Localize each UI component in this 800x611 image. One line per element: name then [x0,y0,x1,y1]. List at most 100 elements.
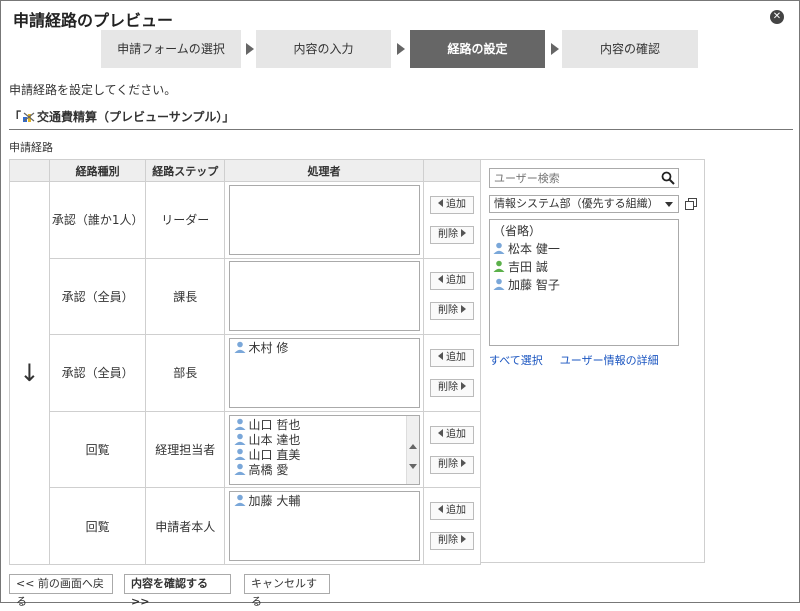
form-name: 「 交通費精算（プレビューサンプル）」 [9,108,234,125]
processor-user[interactable]: 山口 直美 [234,448,403,463]
route-row: ↓ 承認（誰か1人） リーダー 追加 削除 [9,181,481,565]
remove-button[interactable]: 削除 [430,225,475,244]
route-step: リーダー [145,181,226,259]
processor-user[interactable]: 山本 達也 [234,433,403,448]
user-icon [234,341,246,353]
list-item-label: 松本 健一 [508,242,560,256]
route-step: 経理担当者 [145,410,226,489]
header-route-type: 経路種別 [48,159,147,182]
flow-arrow-icon: ↓ [9,181,50,565]
organization-select[interactable]: 情報システム部（優先する組織） [489,195,679,213]
add-button[interactable]: 追加 [430,502,475,521]
triangle-right-icon [461,381,467,390]
processor-user[interactable]: 加藤 大輔 [234,494,415,509]
user-icon [234,448,246,460]
step-route-setting: 経路の設定 [410,30,545,68]
triangle-left-icon [438,351,444,360]
scroll-down-icon[interactable] [408,463,417,469]
processor-list[interactable]: 山口 哲也 山本 達也 山口 直美 高橋 愛 [228,414,420,485]
close-icon[interactable]: ✕ [770,10,784,24]
confirm-button[interactable]: 内容を確認する >> [124,574,231,608]
form-name-open-bracket: 「 [9,110,22,124]
processor-user[interactable]: 山口 哲也 [234,418,403,433]
remove-button[interactable]: 削除 [430,455,475,474]
add-button[interactable]: 追加 [430,195,475,214]
user-details-link[interactable]: ユーザー情報の詳細 [560,354,659,367]
processor-user-name: 高橋 愛 [248,462,289,477]
user-icon [234,418,246,430]
chevron-down-icon [665,202,673,207]
processor-list[interactable]: 加藤 大輔 [228,491,420,562]
add-button-label: 追加 [446,428,467,440]
select-all-link[interactable]: すべて選択 [489,354,543,367]
cancel-button[interactable]: キャンセルする [244,574,330,608]
route-table: 経路種別 経路ステップ 処理者 ↓ 承認（誰か1人） リーダー 追加 削除 承認… [9,159,481,565]
step-arrow-icon [551,43,559,55]
form-name-label: 交通費精算（プレビューサンプル） [37,110,223,124]
popup-window-icon[interactable] [685,198,697,210]
user-search-input[interactable] [489,168,679,188]
list-item[interactable]: 吉田 誠 [493,258,675,276]
processor-list[interactable] [228,184,420,255]
remove-button-label: 削除 [438,535,459,547]
step-arrow-icon [246,43,254,55]
header-blank [9,159,50,182]
list-item-label: （省略） [493,224,542,238]
route-preview-dialog: 申請経路のプレビュー ✕ 申請フォームの選択 内容の入力 経路の設定 内容の確認… [0,0,800,608]
step-input-content: 内容の入力 [256,30,391,68]
divider [9,129,793,130]
scroll-up-icon[interactable] [408,443,417,449]
list-item[interactable]: 松本 健一 [493,240,675,258]
add-button-label: 追加 [446,198,467,210]
user-icon [234,494,246,507]
remove-button-label: 削除 [438,228,459,240]
section-label: 申請経路 [9,141,53,154]
header-processor: 処理者 [224,159,425,182]
triangle-left-icon [438,428,444,437]
processor-user[interactable]: 高橋 愛 [234,463,403,478]
processor-user-name: 山口 哲也 [248,417,301,432]
remove-button[interactable]: 削除 [430,532,475,551]
processor-list[interactable] [228,261,420,332]
add-button[interactable]: 追加 [430,348,475,367]
step-confirm-content: 内容の確認 [562,30,698,68]
route-row: 承認（全員） 部長 木村 修 追加 削除 [10,334,481,412]
add-button[interactable]: 追加 [430,272,475,291]
scrollbar[interactable] [405,415,419,484]
back-button[interactable]: << 前の画面へ戻る [9,574,113,608]
candidate-user-list[interactable]: （省略） 松本 健一 吉田 誠 加藤 智子 [489,219,679,346]
add-button[interactable]: 追加 [430,425,475,444]
user-icon [493,260,505,272]
header-route-step: 経路ステップ [145,159,226,182]
route-type: 承認（誰か1人） [48,181,147,259]
form-name-close-bracket: 」 [222,110,235,124]
route-row: 回覧 経理担当者 山口 哲也 山本 達也 山口 直美 高橋 愛 追加 削除 [10,410,481,489]
user-picker-panel: 情報システム部（優先する組織） （省略） 松本 健一 吉田 誠 加藤 智子 すべ… [481,159,705,563]
processor-user-name: 加藤 大輔 [248,494,301,509]
triangle-right-icon [461,228,467,237]
add-button-label: 追加 [446,351,467,363]
route-step: 申請者本人 [145,487,226,565]
search-icon[interactable] [661,171,675,185]
organization-selected: 情報システム部（優先する組織） [494,197,659,210]
form-icon [23,112,35,122]
remove-button-label: 削除 [438,305,459,317]
add-button-label: 追加 [446,505,467,517]
processor-user[interactable]: 木村 修 [234,341,415,356]
remove-button[interactable]: 削除 [430,378,475,397]
triangle-left-icon [438,198,444,207]
route-type: 回覧 [48,410,147,489]
remove-button[interactable]: 削除 [430,302,475,321]
header-actions [423,159,481,182]
list-item[interactable]: （省略） [493,222,675,240]
step-select-form: 申請フォームの選択 [101,30,241,68]
route-type: 承認（全員） [48,334,147,412]
triangle-right-icon [461,305,467,314]
triangle-right-icon [461,535,467,544]
user-icon [493,242,505,254]
list-item[interactable]: 加藤 智子 [493,276,675,294]
picker-links: すべて選択 ユーザー情報の詳細 [489,352,676,368]
processor-list[interactable]: 木村 修 [228,337,420,408]
add-button-label: 追加 [446,275,467,287]
triangle-left-icon [438,505,444,514]
